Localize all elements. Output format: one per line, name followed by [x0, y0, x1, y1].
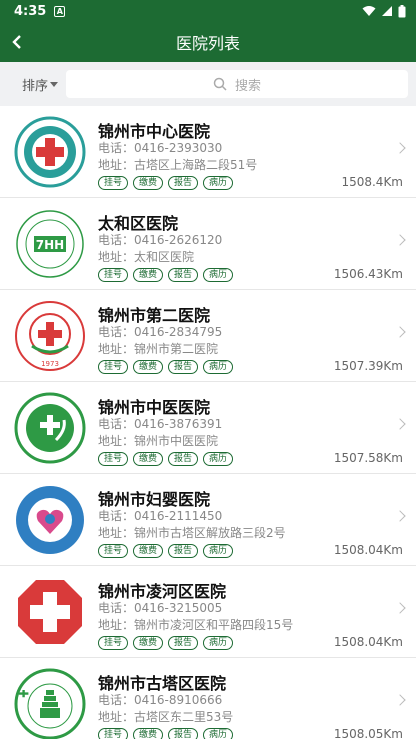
logo-year-text: 1973: [41, 360, 59, 368]
hospital-name: 锦州市第二医院: [98, 306, 211, 325]
service-tag[interactable]: 挂号: [98, 636, 129, 650]
service-tag[interactable]: 报告: [168, 728, 199, 739]
hospital-phone: 电话：0416-2393030: [98, 141, 223, 155]
hospital-logo: [14, 668, 86, 739]
service-tag[interactable]: 病历: [203, 176, 234, 190]
battery-icon: [398, 4, 406, 17]
distance-label: 1507.39Km: [333, 359, 403, 373]
distance-label: 1508.04Km: [333, 635, 403, 649]
hospital-address: 地址：锦州市中医医院: [98, 434, 219, 448]
status-bar: 4:35 A: [0, 0, 416, 22]
hospital-address: 地址：古塔区上海路二段51号: [98, 158, 258, 172]
service-tag[interactable]: 缴费: [133, 452, 164, 466]
hospital-address: 地址：锦州市凌河区和平路四段15号: [98, 618, 294, 632]
list-item[interactable]: 7HH 太和区医院 电话：0416-2626120 地址：太和区医院 挂号 缴费 报告 病历 1…: [0, 198, 416, 290]
service-tag[interactable]: 病历: [203, 636, 234, 650]
hospital-phone: 电话：0416-3876391: [98, 417, 223, 431]
hospital-phone: 电话：0416-3215005: [98, 601, 223, 615]
notification-icon: A: [54, 5, 66, 17]
service-tag[interactable]: 挂号: [98, 728, 129, 739]
service-tag[interactable]: 病历: [203, 268, 234, 282]
hospital-name: 锦州市凌河区医院: [98, 582, 227, 601]
hospital-name: 太和区医院: [98, 214, 179, 233]
service-tag[interactable]: 挂号: [98, 452, 129, 466]
hospital-logo: [14, 484, 86, 556]
sort-button[interactable]: 排序: [8, 75, 58, 94]
search-icon: [213, 77, 227, 91]
service-tag[interactable]: 病历: [203, 360, 234, 374]
search-row: 排序 搜索: [0, 62, 416, 106]
list-item[interactable]: 锦州市妇婴医院 电话：0416-2111450 地址：锦州市古塔区解放路三段2号 挂号…: [0, 474, 416, 566]
hospital-phone: 电话：0416-8910666: [98, 693, 223, 707]
hospital-name: 锦州市中心医院: [98, 122, 211, 141]
service-tag[interactable]: 缴费: [133, 176, 164, 190]
service-tag[interactable]: 缴费: [133, 544, 164, 558]
hospital-logo: 1973: [14, 300, 86, 372]
service-tag[interactable]: 病历: [203, 728, 234, 739]
hospital-phone: 电话：0416-2111450: [98, 509, 223, 523]
service-tag[interactable]: 报告: [168, 360, 199, 374]
service-tag[interactable]: 报告: [168, 452, 199, 466]
distance-label: 1508.4Km: [341, 175, 403, 189]
hospital-address: 地址：古塔区东二里53号: [98, 710, 234, 724]
app-bar: 医院列表: [0, 22, 416, 62]
distance-label: 1506.43Km: [333, 267, 403, 281]
service-tag[interactable]: 病历: [203, 452, 234, 466]
distance-label: 1508.04Km: [333, 543, 403, 557]
sort-label: 排序: [22, 78, 49, 94]
hospital-name: 锦州市中医医院: [98, 398, 211, 417]
hospital-logo: [14, 392, 86, 464]
chevron-left-icon: [12, 35, 21, 49]
hospital-phone: 电话：0416-2834795: [98, 325, 223, 339]
hospital-address: 地址：锦州市古塔区解放路三段2号: [98, 526, 286, 540]
list-item[interactable]: 锦州市中心医院 电话：0416-2393030 地址：古塔区上海路二段51号 挂号 缴费…: [0, 106, 416, 198]
hospital-logo: 7HH: [14, 208, 86, 280]
service-tag[interactable]: 缴费: [133, 268, 164, 282]
hospital-list: 锦州市中心医院 电话：0416-2393030 地址：古塔区上海路二段51号 挂号 缴费…: [0, 106, 416, 739]
page-title: 医院列表: [175, 34, 240, 53]
distance-label: 1507.58Km: [333, 451, 403, 465]
service-tag[interactable]: 挂号: [98, 268, 129, 282]
service-tag[interactable]: 挂号: [98, 176, 129, 190]
list-item[interactable]: 锦州市凌河区医院 电话：0416-3215005 地址：锦州市凌河区和平路四段15号…: [0, 566, 416, 658]
hospital-name: 锦州市古塔区医院: [98, 674, 227, 693]
status-time: 4:35: [14, 3, 47, 19]
hospital-address: 地址：锦州市第二医院: [98, 342, 219, 356]
hospital-address: 地址：太和区医院: [98, 250, 195, 264]
list-item[interactable]: 锦州市古塔区医院 电话：0416-8910666 地址：古塔区东二里53号 挂号 缴费报…: [0, 658, 416, 739]
service-tag[interactable]: 报告: [168, 176, 199, 190]
service-tag[interactable]: 报告: [168, 268, 199, 282]
service-tag[interactable]: 缴费: [133, 360, 164, 374]
search-placeholder: 搜索: [234, 78, 261, 94]
search-input[interactable]: 搜索: [66, 70, 408, 98]
service-tag[interactable]: 报告: [168, 636, 199, 650]
signal-icon: [382, 6, 392, 16]
service-tag[interactable]: 病历: [203, 544, 234, 558]
list-item[interactable]: 锦州市中医医院 电话：0416-3876391 地址：锦州市中医医院 挂号 缴费 报告 病历…: [0, 382, 416, 474]
service-tag[interactable]: 缴费: [133, 728, 164, 739]
service-tag[interactable]: 缴费: [133, 636, 164, 650]
svg-text:7HH: 7HH: [36, 238, 64, 252]
distance-label: 1508.05Km: [333, 727, 403, 739]
service-tag[interactable]: 挂号: [98, 360, 129, 374]
list-item[interactable]: 1973 锦州市第二医院 电话：0416-2834795 地址：锦州市第二医院 挂号 缴费…: [0, 290, 416, 382]
back-button[interactable]: [0, 22, 34, 62]
hospital-logo: [14, 116, 86, 188]
service-tag[interactable]: 挂号: [98, 544, 129, 558]
wifi-icon: [362, 6, 376, 16]
hospital-phone: 电话：0416-2626120: [98, 233, 223, 247]
caret-down-icon: [50, 81, 58, 87]
service-tag[interactable]: 报告: [168, 544, 199, 558]
hospital-name: 锦州市妇婴医院: [98, 490, 211, 509]
hospital-logo: [14, 576, 86, 648]
